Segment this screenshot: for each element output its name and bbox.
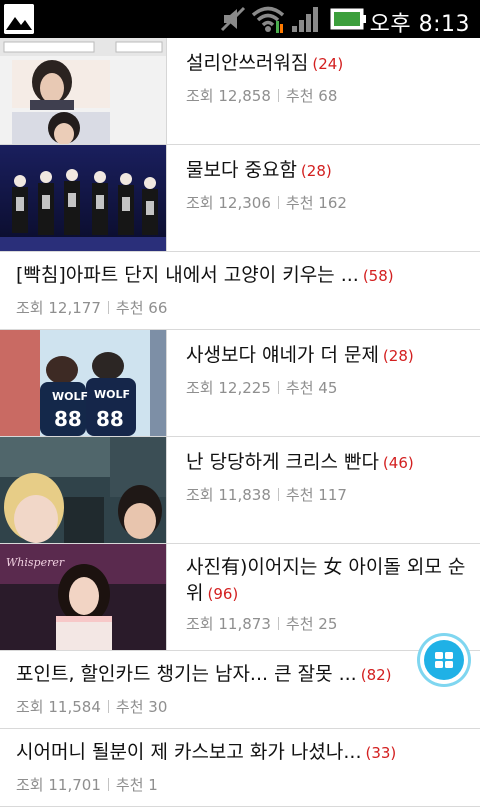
- jersey-number: 88: [54, 407, 82, 431]
- comment-count: (46): [382, 454, 414, 472]
- gallery-notification-icon: [4, 4, 34, 34]
- thumbnail-image: [0, 38, 166, 144]
- article-meta: 조회 12,177 추천 66: [16, 299, 168, 317]
- status-time: 오후 8:13: [369, 12, 470, 37]
- status-bar: 오후 8:13: [0, 0, 480, 38]
- article-meta: 조회 11,584 추천 30: [16, 698, 168, 716]
- divider: [166, 38, 167, 144]
- jersey-text: WOLF: [94, 388, 130, 401]
- comment-count: (33): [365, 744, 397, 762]
- thumbnail-image: [0, 437, 166, 543]
- thumbnail-image: [0, 145, 166, 251]
- article-title[interactable]: 난 당당하게 크리스 빤다 (46): [186, 449, 466, 476]
- list-item[interactable]: 설리안쓰러워짐 (24) 조회 12,858 추천 68: [0, 38, 480, 145]
- divider: [166, 145, 167, 251]
- thumbnail-image: WOLF 88 WOLF 88: [0, 330, 166, 436]
- mute-icon: [220, 6, 246, 32]
- article-title[interactable]: 시어머니 될분이 제 카스보고 화가 나셨나... (33): [16, 739, 468, 766]
- article-meta: 조회 12,858 추천 68: [186, 87, 338, 105]
- list-item[interactable]: Whisperer 사진有)이어지는 女 아이돌 외모 순위 (96) 조회 11…: [0, 544, 480, 651]
- comment-count: (96): [207, 585, 239, 603]
- article-title[interactable]: [빡침]아파트 단지 내에서 고양이 키우는 ... (58): [16, 262, 468, 289]
- list-item[interactable]: WOLF 88 WOLF 88 사생보다 얘네가 더 문제 (28) 조회 12,…: [0, 330, 480, 437]
- article-title[interactable]: 사생보다 얘네가 더 문제 (28): [186, 342, 466, 369]
- comment-count: (28): [300, 162, 332, 180]
- thumbnail-image: Whisperer: [0, 544, 166, 650]
- article-title[interactable]: 사진有)이어지는 女 아이돌 외모 순위 (96): [186, 554, 466, 607]
- jersey-text: WOLF: [52, 390, 88, 403]
- article-meta: 조회 11,701 추천 1: [16, 776, 158, 794]
- wifi-icon: [251, 6, 285, 33]
- grid-menu-icon: [424, 640, 464, 680]
- signal-icon: [292, 7, 318, 32]
- divider: [166, 437, 167, 543]
- list-item[interactable]: [빡침]아파트 단지 내에서 고양이 키우는 ... (58) 조회 12,177…: [0, 252, 480, 330]
- list-item[interactable]: 난 당당하게 크리스 빤다 (46) 조회 11,838 추천 117: [0, 437, 480, 544]
- list-item[interactable]: 시어머니 될분이 제 카스보고 화가 나셨나... (33) 조회 11,701 추…: [0, 729, 480, 807]
- article-title[interactable]: 포인트, 할인카드 챙기는 남자... 큰 잘못 ... (82): [16, 661, 468, 688]
- battery-icon: [330, 8, 366, 30]
- article-meta: 조회 11,873 추천 25: [186, 615, 338, 633]
- comment-count: (82): [360, 666, 392, 684]
- article-list[interactable]: 설리안쓰러워짐 (24) 조회 12,858 추천 68 물보다 중요함 (28…: [0, 38, 480, 807]
- article-meta: 조회 12,225 추천 45: [186, 379, 338, 397]
- jersey-number: 88: [96, 407, 124, 431]
- article-title[interactable]: 설리안쓰러워짐 (24): [186, 50, 466, 77]
- comment-count: (24): [312, 55, 344, 73]
- comment-count: (28): [382, 347, 414, 365]
- article-title[interactable]: 물보다 중요함 (28): [186, 157, 466, 184]
- article-meta: 조회 11,838 추천 117: [186, 486, 347, 504]
- menu-fab-button[interactable]: [420, 636, 468, 684]
- list-item[interactable]: 포인트, 할인카드 챙기는 남자... 큰 잘못 ... (82) 조회 11,5…: [0, 651, 480, 729]
- divider: [166, 544, 167, 650]
- banner-text: Whisperer: [6, 556, 65, 569]
- list-item[interactable]: 물보다 중요함 (28) 조회 12,306 추천 162: [0, 145, 480, 252]
- comment-count: (58): [362, 267, 394, 285]
- divider: [166, 330, 167, 436]
- article-meta: 조회 12,306 추천 162: [186, 194, 347, 212]
